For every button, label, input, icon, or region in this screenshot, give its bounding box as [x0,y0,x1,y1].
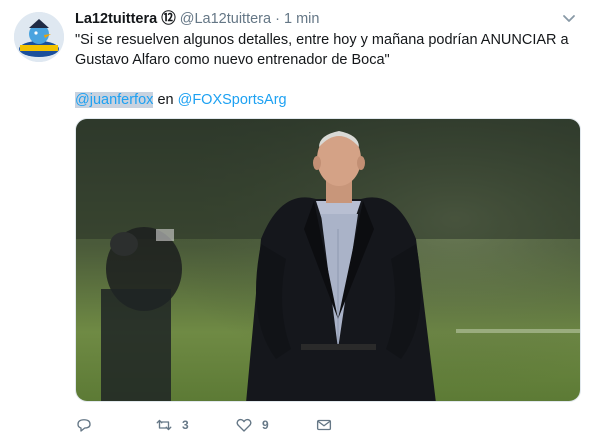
author-badge: ⑫ [161,11,176,27]
like-button[interactable]: 9 [235,414,269,436]
tweet-photo[interactable] [75,118,581,402]
tweet-text-line: "Si se resuelven algunos detalles, entre… [75,32,569,48]
tweet-timestamp[interactable]: 1 min [284,11,319,27]
tweet-mentions: @juanferfox en @FOXSportsArg [75,90,287,110]
mention-joiner: en [157,92,174,108]
avatar[interactable] [14,12,64,62]
tweet[interactable]: La12tuittera ⑫ @La12tuittera · 1 min "Si… [0,0,591,444]
reply-button[interactable] [75,414,102,436]
tweet-text: "Si se resuelven algunos detalles, entre… [75,30,575,70]
mention-link[interactable]: @FOXSportsArg [178,92,287,108]
photo-image [76,119,580,401]
author-name[interactable]: La12tuittera [75,11,157,27]
reply-icon [77,419,91,432]
heart-icon [236,418,252,432]
tweet-text-line: Gustavo Alfaro como nuevo entrenador de … [75,52,390,68]
avatar-image [14,12,64,62]
envelope-icon [316,419,332,431]
dm-button[interactable] [315,414,333,436]
author-handle[interactable]: @La12tuittera [180,11,271,27]
tweet-actions: 3 9 [75,414,475,436]
chevron-down-icon[interactable] [561,10,577,26]
mention-link[interactable]: @juanferfox [75,92,154,108]
tweet-header: La12tuittera ⑫ @La12tuittera · 1 min [75,9,551,29]
like-count: 9 [262,418,269,432]
retweet-count: 3 [182,418,189,432]
header-separator: · [275,11,280,27]
retweet-icon [156,419,172,431]
retweet-button[interactable]: 3 [155,414,189,436]
